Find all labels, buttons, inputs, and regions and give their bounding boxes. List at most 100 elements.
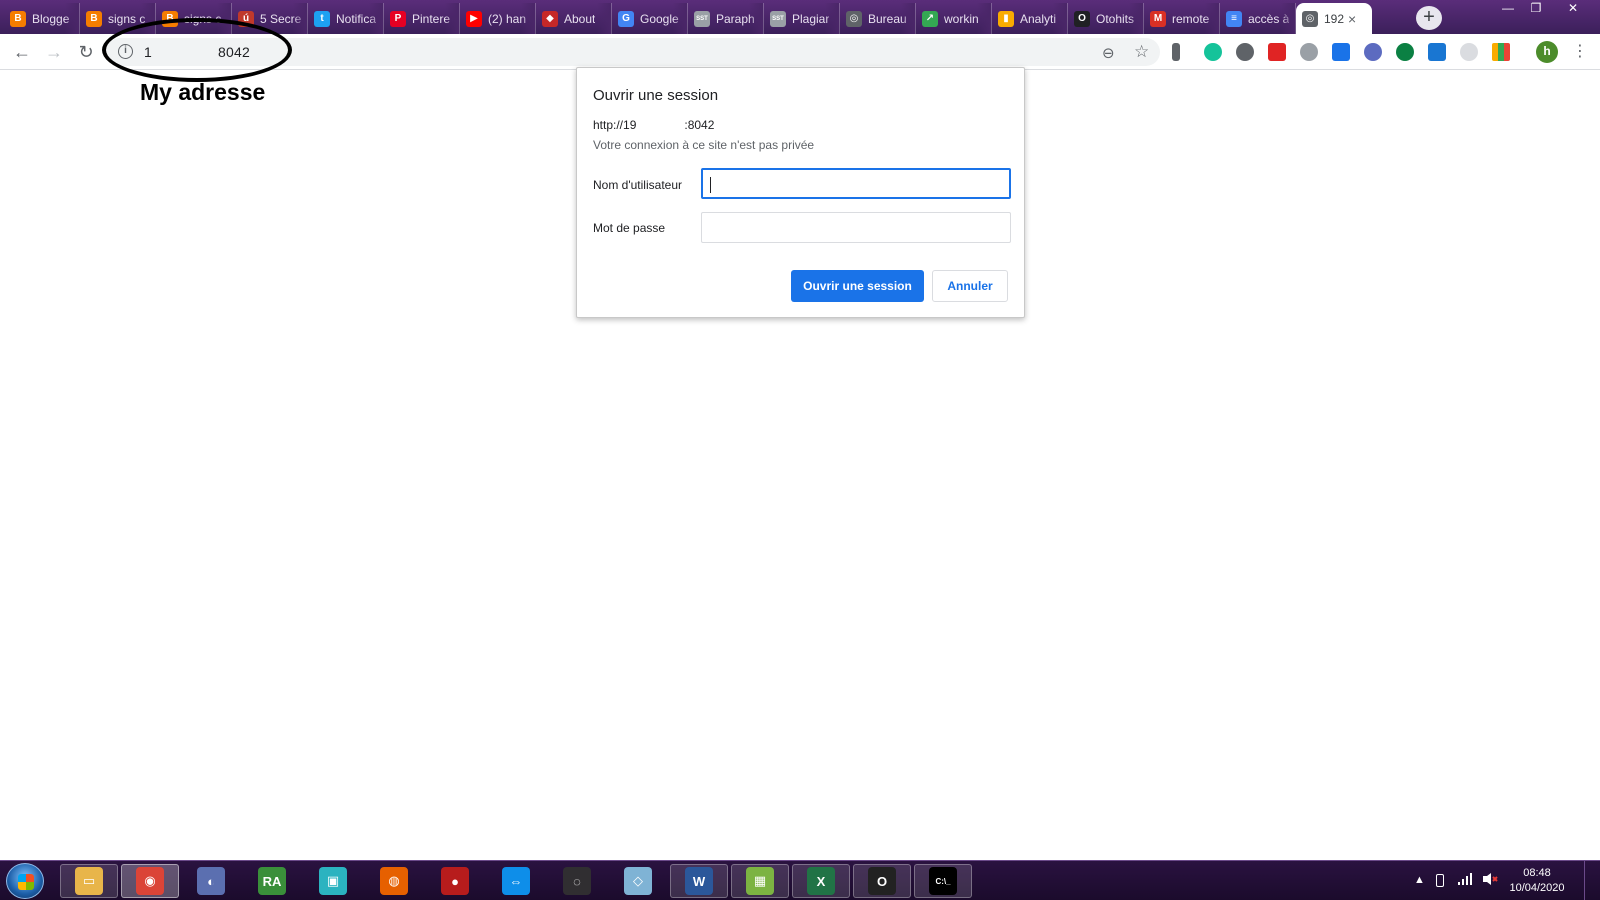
browser-tab[interactable]: ↗ workin (916, 3, 992, 34)
otohits-app-icon: O (868, 867, 896, 895)
tab-title: Bureau (868, 11, 907, 26)
reload-button[interactable]: ↻ (74, 40, 98, 64)
tab-title: Blogge (32, 11, 70, 26)
restore-button[interactable]: ❐ (1522, 0, 1550, 18)
gmail-icon: M (1150, 10, 1166, 27)
browser-tab[interactable]: SST Paraph (688, 3, 764, 34)
tab-title: Notifica (336, 11, 377, 26)
close-window-button[interactable]: ✕ (1550, 0, 1596, 18)
clock-date: 10/04/2020 (1509, 882, 1565, 894)
taskbar-app-button[interactable]: RA (243, 864, 301, 898)
start-button[interactable] (6, 863, 44, 899)
tab-title: workin (944, 11, 979, 26)
link-extension-icon[interactable] (1300, 43, 1318, 61)
bars-extension-icon[interactable] (1492, 43, 1510, 61)
browser-tab[interactable]: SST Plagiar (764, 3, 840, 34)
show-desktop-button[interactable] (1584, 861, 1600, 900)
dialog-url-start: http://19 (593, 118, 637, 132)
annotation-ellipse (102, 18, 292, 82)
password-input[interactable] (701, 212, 1011, 243)
red-ball-icon: ● (441, 867, 469, 895)
key-extension-icon[interactable] (1172, 43, 1180, 61)
presentation-icon: ▣ (319, 867, 347, 895)
globe-icon: ◎ (1302, 10, 1318, 27)
browser-tab[interactable]: B Blogge (4, 3, 80, 34)
browser-tab[interactable]: ◎ Bureau (840, 3, 916, 34)
grey-extension-icon[interactable] (1460, 43, 1478, 61)
tab-title: 192 (1324, 11, 1345, 26)
browser-tab[interactable]: Mremote (1144, 3, 1220, 34)
pdf-extension-icon[interactable] (1268, 43, 1286, 61)
username-input[interactable] (701, 168, 1011, 199)
username-label: Nom d'utilisateur (593, 178, 682, 192)
system-clock[interactable]: 08:48 10/04/2020 (1502, 866, 1572, 896)
taskbar-app-button[interactable]: ▣ (304, 864, 362, 898)
browser-tab[interactable]: ◆ About (536, 3, 612, 34)
twitter-icon: t (314, 10, 330, 27)
forward-button[interactable]: → (42, 40, 66, 64)
taskbar-app-button[interactable]: ● (426, 864, 484, 898)
tab-title: (2) han (488, 11, 527, 26)
taskbar-app-button[interactable]: C:\_ (914, 864, 972, 898)
star-extension-icon[interactable] (1428, 43, 1446, 61)
tray-expand-icon[interactable]: ▲ (1414, 874, 1425, 886)
taskbar-app-button[interactable]: W (670, 864, 728, 898)
browser-tab[interactable]: P Pintere (384, 3, 460, 34)
browser-tab[interactable]: O Otohits (1068, 3, 1144, 34)
zoom-icon[interactable]: ⊖ (1102, 44, 1115, 62)
otohits-icon: O (1074, 10, 1090, 27)
teamviewer-icon: ⇔ (502, 867, 530, 895)
check-extension-icon[interactable] (1364, 43, 1382, 61)
close-tab-icon[interactable]: × (1348, 11, 1356, 27)
sign-in-button[interactable]: Ouvrir une session (791, 270, 924, 302)
profile-avatar[interactable]: h (1536, 41, 1558, 63)
dialog-url: http://19:8042 (593, 118, 714, 132)
cancel-button[interactable]: Annuler (932, 270, 1008, 302)
tab-title: accès à (1248, 11, 1289, 26)
taskbar-app-button[interactable]: X (792, 864, 850, 898)
browser-tab[interactable]: G Google (612, 3, 688, 34)
taskbar-app-button[interactable]: ◇ (609, 864, 667, 898)
youtube-icon: ▶ (466, 10, 482, 27)
text-caret (710, 177, 711, 193)
signal-icon[interactable] (1458, 873, 1472, 888)
pinterest-extension-icon[interactable] (1236, 43, 1254, 61)
grammarly-extension-icon[interactable] (1204, 43, 1222, 61)
note-extension-icon[interactable] (1332, 43, 1350, 61)
bookmark-star-icon[interactable]: ☆ (1134, 42, 1149, 62)
speaker-x-icon (1483, 873, 1498, 885)
back-button[interactable]: ← (10, 40, 34, 64)
minimize-button[interactable]: — (1494, 0, 1522, 18)
browser-tab[interactable]: t Notifica (308, 3, 384, 34)
tab-title: Otohits (1096, 11, 1135, 26)
file-explorer-icon: ▭ (75, 867, 103, 895)
taskbar-app-button[interactable]: ◐ (182, 864, 240, 898)
analytics-icon: ▮ (998, 10, 1014, 27)
globe-icon: ◎ (846, 10, 862, 27)
windows-logo-icon (18, 874, 34, 890)
tab-title: Google (640, 11, 679, 26)
volume-muted-icon[interactable] (1482, 872, 1498, 889)
excel-icon: X (807, 867, 835, 895)
browser-tab[interactable]: ◎ 192 × (1296, 3, 1372, 34)
sst-icon: SST (770, 10, 786, 27)
taskbar-app-button[interactable]: ◍ (365, 864, 423, 898)
taskbar-app-button[interactable]: ▦ (731, 864, 789, 898)
taskbar-app-button[interactable]: ◌ (548, 864, 606, 898)
taskbar-app-button[interactable]: O (853, 864, 911, 898)
blogger-icon: B (86, 10, 102, 27)
browser-tab[interactable]: ▶ (2) han (460, 3, 536, 34)
pinterest-icon: P (390, 10, 406, 27)
taskbar-app-button[interactable]: ⇔ (487, 864, 545, 898)
battery-icon[interactable] (1436, 874, 1444, 887)
globe-extension-icon[interactable] (1396, 43, 1414, 61)
taskbar-app-button[interactable]: ▭ (60, 864, 118, 898)
media-app-icon: ▦ (746, 867, 774, 895)
taskbar-app-button[interactable]: ◉ (121, 864, 179, 898)
new-tab-button[interactable]: + (1416, 6, 1442, 30)
word-icon: W (685, 867, 713, 895)
browser-tab[interactable]: ≡ accès à (1220, 3, 1296, 34)
sst-icon: SST (694, 10, 710, 27)
browser-menu-icon[interactable]: ⋮ (1572, 40, 1588, 64)
browser-tab[interactable]: ▮ Analyti (992, 3, 1068, 34)
